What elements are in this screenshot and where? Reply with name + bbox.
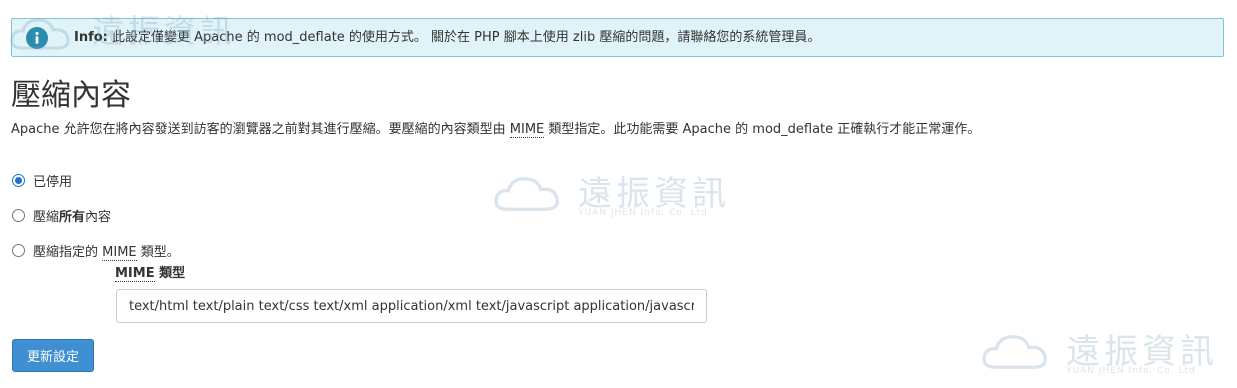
watermark-logo-bottom: 遠振資訊 YUAN JHEN Info. Co. Ltd (980, 322, 1230, 384)
option-specified-mime-abbr: MIME (102, 244, 137, 261)
option-compress-all-after: 內容 (85, 209, 112, 225)
info-message: Info: 此設定僅變更 Apache 的 mod_deflate 的使用方式。… (74, 19, 820, 56)
info-alert: Info: 此設定僅變更 Apache 的 mod_deflate 的使用方式。… (11, 18, 1224, 57)
cloud-icon (982, 335, 1047, 369)
cloud-icon (494, 177, 559, 211)
radio-compress-all[interactable] (12, 208, 25, 222)
page-title: 壓縮內容 (11, 78, 131, 113)
page-description-after: 類型指定。此功能需要 Apache 的 mod_deflate 正確執行才能正常… (544, 122, 981, 137)
option-disabled-label: 已停用 (33, 174, 73, 190)
option-compress-all-before: 壓縮 (33, 209, 60, 225)
option-specified-after: 類型。 (136, 244, 180, 260)
info-icon (26, 26, 48, 49)
watermark-logo-center: 遠振資訊 YUAN JHEN Info. Co. Ltd (492, 164, 752, 228)
option-compress-all-strong: 所有 (59, 209, 86, 225)
option-compress-specified-label: 壓縮指定的 MIME 類型。 (33, 241, 180, 261)
option-specified-before: 壓縮指定的 (33, 244, 103, 260)
mime-label-abbr: MIME (115, 266, 155, 282)
watermark-name-center: 遠振資訊 (578, 174, 730, 214)
update-settings-button[interactable]: 更新設定 (12, 339, 94, 372)
option-compress-specified[interactable]: 壓縮指定的 MIME 類型。 (12, 240, 180, 261)
watermark-name-bottom: 遠振資訊 (1066, 332, 1218, 372)
option-compress-all-label: 壓縮所有內容 (33, 206, 111, 225)
page-description-before: Apache 允許您在將內容發送到訪客的瀏覽器之前對其進行壓縮。要壓縮的內容類型… (11, 122, 510, 137)
mime-types-input[interactable] (116, 289, 707, 323)
info-message-text: 此設定僅變更 Apache 的 mod_deflate 的使用方式。 關於在 P… (107, 30, 821, 45)
mime-abbr: MIME (509, 122, 545, 138)
info-icon-container (12, 19, 62, 56)
watermark-sub-center: YUAN JHEN Info. Co. Ltd (578, 208, 708, 218)
option-disabled[interactable]: 已停用 (12, 170, 72, 190)
option-compress-all[interactable]: 壓縮所有內容 (12, 205, 111, 225)
mime-label-rest: 類型 (154, 266, 186, 281)
mime-types-label: MIME 類型 (115, 264, 185, 284)
page-description: Apache 允許您在將內容發送到訪客的瀏覽器之前對其進行壓縮。要壓縮的內容類型… (11, 120, 980, 140)
radio-compress-specified[interactable] (12, 243, 25, 257)
watermark-sub-bottom: YUAN JHEN Info. Co. Ltd (1066, 366, 1196, 376)
info-prefix: Info: (74, 30, 108, 45)
radio-disabled[interactable] (12, 173, 25, 187)
